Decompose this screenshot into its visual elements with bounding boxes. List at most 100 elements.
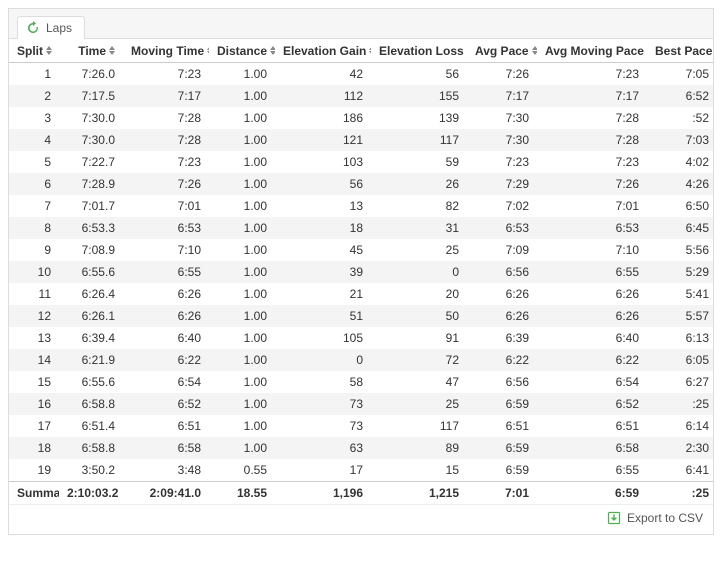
col-header-distance[interactable]: Distance [209,39,275,62]
cell-distance: 1.00 [209,129,275,151]
cell-time: 6:58.8 [59,437,123,459]
cell-avgMovingPace: 6:55 [537,459,647,482]
export-csv-button[interactable]: Export to CSV [607,511,703,525]
cell-avgMovingPace: 7:28 [537,129,647,151]
table-row[interactable]: 136:39.46:401.00105916:396:406:1317017 [9,327,713,349]
cell-avgPace: 6:51 [467,415,537,437]
cell-distance: 1.00 [209,151,275,173]
cell-bestPace: 6:52 [647,85,713,107]
cell-elevLoss: 82 [371,195,467,217]
table-row[interactable]: 37:30.07:281.001861397:307:28:5215215 [9,107,713,129]
table-row[interactable]: 166:58.86:521.0073256:596:52:2516817 [9,393,713,415]
cell-distance: 1.00 [209,415,275,437]
cell-elevLoss: 50 [371,305,467,327]
cell-split: 5 [9,151,59,173]
cell-avgMovingPace: 6:58 [537,437,647,459]
cell-bestPace: 5:41 [647,283,713,305]
cell-avgMovingPace: 6:40 [537,327,647,349]
table-row[interactable]: 176:51.46:511.00731176:516:516:1416917 [9,415,713,437]
cell-bestPace: 6:13 [647,327,713,349]
table-row[interactable]: 146:21.96:221.000726:226:226:0517017 [9,349,713,371]
summary-bestPace: :25 [647,481,713,504]
cell-elevLoss: 139 [371,107,467,129]
table-row[interactable]: 97:08.97:101.0045257:097:105:5615616 [9,239,713,261]
cell-movingTime: 7:23 [123,151,209,173]
cell-avgPace: 7:29 [467,173,537,195]
cell-elevGain: 18 [275,217,371,239]
cell-movingTime: 7:26 [123,173,209,195]
cell-time: 7:22.7 [59,151,123,173]
table-row[interactable]: 57:22.77:231.00103597:237:234:0215315 [9,151,713,173]
table-scroll[interactable]: Split Time Moving Time Distance Elevation Ga… [9,39,713,504]
laps-panel: Laps Split Time Moving Time Distance Elevati… [8,8,714,535]
cell-time: 3:50.2 [59,459,123,482]
cell-avgMovingPace: 7:23 [537,151,647,173]
cell-avgPace: 6:59 [467,459,537,482]
cell-elevLoss: 31 [371,217,467,239]
table-row[interactable]: 47:30.07:281.001211177:307:287:0315315 [9,129,713,151]
cell-bestPace: 5:56 [647,239,713,261]
cell-distance: 1.00 [209,371,275,393]
cell-avgPace: 7:26 [467,62,537,85]
col-header-label: Elevation Loss [379,44,464,58]
col-header-bestPace[interactable]: Best Pace [647,39,713,62]
cell-elevLoss: 15 [371,459,467,482]
export-icon [607,511,621,525]
table-row[interactable]: 27:17.57:171.001121557:177:176:5215816 [9,85,713,107]
cell-avgPace: 6:56 [467,261,537,283]
cell-distance: 1.00 [209,305,275,327]
cell-split: 17 [9,415,59,437]
cell-movingTime: 7:10 [123,239,209,261]
col-header-elevGain[interactable]: Elevation Gain [275,39,371,62]
cell-avgMovingPace: 6:53 [537,217,647,239]
summary-avgMovingPace: 6:59 [537,481,647,504]
cell-split: 3 [9,107,59,129]
table-row[interactable]: 77:01.77:011.0013827:027:016:5015315 [9,195,713,217]
cell-avgMovingPace: 6:26 [537,305,647,327]
table-row[interactable]: 106:55.66:551.003906:566:555:2916016 [9,261,713,283]
cell-distance: 1.00 [209,283,275,305]
cell-bestPace: :52 [647,107,713,129]
cell-bestPace: 6:27 [647,371,713,393]
cell-avgMovingPace: 6:52 [537,393,647,415]
col-header-elevLoss[interactable]: Elevation Loss [371,39,467,62]
col-header-split[interactable]: Split [9,39,59,62]
cell-elevLoss: 56 [371,62,467,85]
col-header-label: Avg Pace [475,44,529,58]
cell-movingTime: 6:52 [123,393,209,415]
cell-time: 7:01.7 [59,195,123,217]
cell-elevLoss: 25 [371,393,467,415]
col-header-label: Distance [217,44,267,58]
table-row[interactable]: 126:26.16:261.0051506:266:265:5717017 [9,305,713,327]
cell-time: 6:26.4 [59,283,123,305]
table-row[interactable]: 67:28.97:261.0056267:297:264:2615516 [9,173,713,195]
table-row[interactable]: 116:26.46:261.0021206:266:265:4116817 [9,283,713,305]
cell-bestPace: 6:14 [647,415,713,437]
cell-time: 6:58.8 [59,393,123,415]
col-header-time[interactable]: Time [59,39,123,62]
cell-split: 4 [9,129,59,151]
table-row[interactable]: 193:50.23:480.5517156:596:556:4117117 [9,459,713,482]
cell-avgMovingPace: 6:22 [537,349,647,371]
table-row[interactable]: 17:26.07:231.0042567:267:237:051161 [9,62,713,85]
table-row[interactable]: 156:55.66:541.0058476:566:546:2717217 [9,371,713,393]
col-header-label: Time [78,44,106,58]
cell-movingTime: 6:58 [123,437,209,459]
cell-distance: 1.00 [209,85,275,107]
cell-distance: 1.00 [209,195,275,217]
tab-laps[interactable]: Laps [17,16,85,40]
col-header-avgMovingPace[interactable]: Avg Moving Pace [537,39,647,62]
table-row[interactable]: 186:58.86:581.0063896:596:582:3016817 [9,437,713,459]
cell-movingTime: 6:54 [123,371,209,393]
cell-elevGain: 45 [275,239,371,261]
summary-distance: 18.55 [209,481,275,504]
col-header-avgPace[interactable]: Avg Pace [467,39,537,62]
cell-avgMovingPace: 7:17 [537,85,647,107]
col-header-movingTime[interactable]: Moving Time [123,39,209,62]
cell-time: 6:51.4 [59,415,123,437]
table-row[interactable]: 86:53.36:531.0018316:536:536:4515415 [9,217,713,239]
cell-elevGain: 13 [275,195,371,217]
header-row: Split Time Moving Time Distance Elevation Ga… [9,39,713,62]
cell-bestPace: 5:29 [647,261,713,283]
cell-avgPace: 6:59 [467,393,537,415]
